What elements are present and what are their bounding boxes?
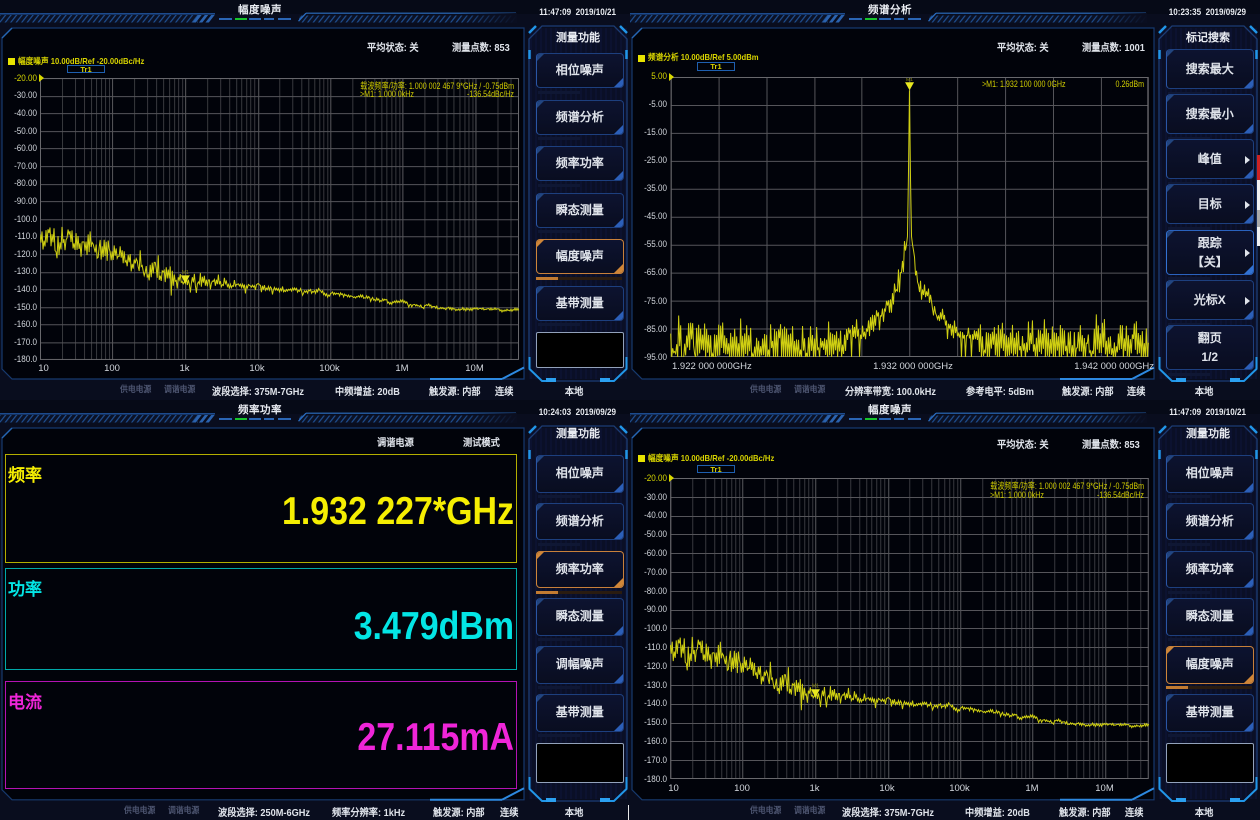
svg-text:M1: M1 [181,270,188,276]
svg-text:M1: M1 [811,684,818,690]
svg-text:M1: M1 [905,77,912,83]
